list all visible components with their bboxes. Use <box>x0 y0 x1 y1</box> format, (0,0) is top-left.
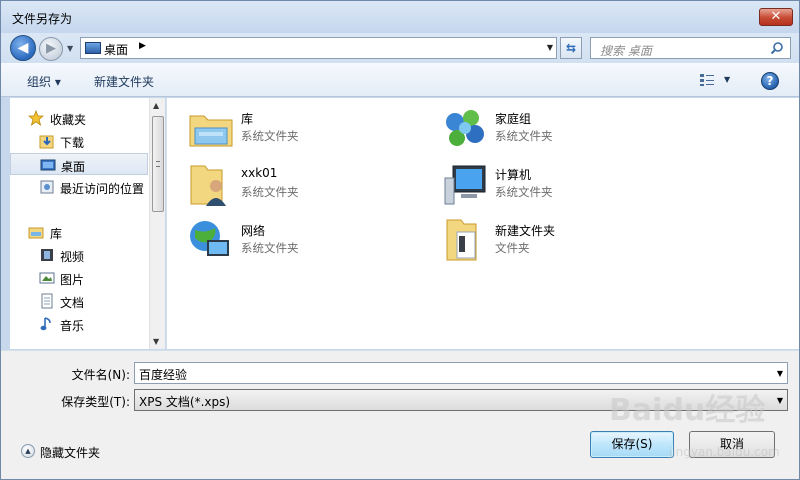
user-folder-icon <box>190 165 226 206</box>
nav-item-label: 最近访问的位置 <box>60 182 145 196</box>
command-bar: 组织 ▾ 新建文件夹 ▼ ? <box>1 63 799 97</box>
nav-item-downloads[interactable]: 下载 <box>10 130 148 152</box>
chevron-right-icon[interactable]: ▶ <box>139 41 146 51</box>
search-placeholder: 搜索 桌面 <box>600 44 652 58</box>
nav-item-label: 桌面 <box>61 160 86 174</box>
item-type: 文件夹 <box>495 241 530 255</box>
refresh-button[interactable]: ⇆ <box>560 37 582 59</box>
nav-libraries[interactable]: 库 <box>10 221 148 243</box>
close-button[interactable]: ✕ <box>759 8 793 26</box>
address-row: ◀ ▶ ▼ 桌面 ▶ ▼ ⇆ 搜索 桌面 <box>1 33 799 63</box>
address-bar[interactable]: 桌面 ▶ ▼ <box>80 37 557 59</box>
recent-pages-dropdown[interactable]: ▼ <box>67 44 77 54</box>
star-icon <box>28 110 44 126</box>
item-type: 系统文件夹 <box>241 241 299 255</box>
computer-icon <box>444 165 486 205</box>
desktop-icon <box>85 42 101 54</box>
view-options-icon[interactable] <box>699 73 715 87</box>
filename-field[interactable]: 百度经验 ▼ <box>134 362 788 384</box>
desktop-icon <box>40 159 56 171</box>
item-type: 系统文件夹 <box>241 185 299 199</box>
nav-item-label: 音乐 <box>60 319 85 333</box>
nav-scrollbar[interactable]: ▲ ▼ <box>149 98 165 349</box>
address-location[interactable]: 桌面 <box>104 41 128 58</box>
nav-favorites[interactable]: 收藏夹 <box>10 107 148 129</box>
item-type: 系统文件夹 <box>241 129 299 143</box>
music-icon <box>40 317 51 331</box>
filename-value[interactable]: 百度经验 <box>139 366 187 383</box>
library-icon <box>28 227 44 239</box>
item-user-folder[interactable]: xxk01 系统文件夹 <box>187 160 427 210</box>
nav-item-label: 视频 <box>60 250 85 264</box>
navigation-pane: 收藏夹 下载 桌面 最近访问的位置 库 视频 图片 文档 音乐 ▲ ▼ <box>10 98 165 349</box>
file-list: 库 系统文件夹 家庭组 系统文件夹 xxk01 系统文件夹 计算机 系统文件夹 … <box>166 98 799 349</box>
filetype-label: 保存类型(T): <box>61 395 130 409</box>
scroll-down-icon[interactable]: ▼ <box>153 337 159 346</box>
item-name: xxk01 <box>241 166 278 180</box>
library-folder-icon <box>189 115 233 147</box>
address-dropdown-icon[interactable]: ▼ <box>547 43 553 52</box>
item-name: 网络 <box>241 224 266 238</box>
network-icon <box>190 221 229 256</box>
homegroup-icon <box>446 110 484 146</box>
item-network[interactable]: 网络 系统文件夹 <box>187 216 427 266</box>
collapse-up-icon[interactable]: ▲ <box>21 444 35 458</box>
nav-item-videos[interactable]: 视频 <box>10 244 148 266</box>
documents-icon <box>41 293 53 309</box>
nav-item-desktop[interactable]: 桌面 <box>10 153 148 175</box>
view-dropdown-icon[interactable]: ▼ <box>724 75 730 84</box>
item-type: 系统文件夹 <box>495 185 553 199</box>
dialog-title: 文件另存为 <box>12 12 73 26</box>
nav-item-label: 文档 <box>60 296 85 310</box>
nav-item-label: 图片 <box>60 273 85 287</box>
nav-libraries-label: 库 <box>50 227 63 241</box>
item-computer[interactable]: 计算机 系统文件夹 <box>441 160 681 210</box>
video-icon <box>41 249 53 261</box>
item-library[interactable]: 库 系统文件夹 <box>187 104 427 154</box>
scroll-up-icon[interactable]: ▲ <box>153 101 159 110</box>
save-as-dialog: 文件另存为 ✕ ◀ ▶ ▼ 桌面 ▶ ▼ ⇆ 搜索 桌面 组织 ▾ 新建文件夹 <box>0 0 800 480</box>
search-icon[interactable] <box>770 41 784 55</box>
item-name: 库 <box>241 112 254 126</box>
search-input[interactable]: 搜索 桌面 <box>590 37 791 59</box>
item-name: 家庭组 <box>495 112 532 126</box>
item-homegroup[interactable]: 家庭组 系统文件夹 <box>441 104 681 154</box>
download-folder-icon <box>39 135 54 149</box>
organize-menu[interactable]: 组织 ▾ <box>27 73 61 90</box>
pictures-icon <box>39 272 55 284</box>
help-button[interactable]: ? <box>761 72 779 90</box>
back-button[interactable]: ◀ <box>10 35 36 61</box>
filetype-value: XPS 文档(*.xps) <box>139 395 231 409</box>
item-new-folder[interactable]: 新建文件夹 文件夹 <box>441 216 681 266</box>
nav-item-label: 下载 <box>60 136 85 150</box>
baidu-watermark: Baidu经验 jingyan.baidu.com <box>609 385 789 465</box>
watermark-brand: Baidu经验 <box>609 393 766 428</box>
scroll-thumb[interactable] <box>152 116 164 212</box>
recent-places-icon <box>40 180 54 194</box>
nav-favorites-label: 收藏夹 <box>50 113 87 127</box>
nav-item-music[interactable]: 音乐 <box>10 313 148 335</box>
item-name: 新建文件夹 <box>495 224 556 238</box>
new-folder-button[interactable]: 新建文件夹 <box>94 73 154 90</box>
chevron-down-icon[interactable]: ▼ <box>777 369 783 378</box>
item-name: 计算机 <box>495 168 532 182</box>
nav-item-documents[interactable]: 文档 <box>10 290 148 312</box>
nav-item-pictures[interactable]: 图片 <box>10 267 148 289</box>
nav-item-recent-places[interactable]: 最近访问的位置 <box>10 176 148 198</box>
item-type: 系统文件夹 <box>495 129 553 143</box>
filename-label: 文件名(N): <box>71 368 130 382</box>
forward-button[interactable]: ▶ <box>39 37 63 61</box>
watermark-url: jingyan.baidu.com <box>669 445 780 459</box>
title-bar: 文件另存为 ✕ <box>1 1 799 33</box>
hide-folders-label: 隐藏文件夹 <box>40 446 101 460</box>
folder-icon <box>446 219 477 261</box>
